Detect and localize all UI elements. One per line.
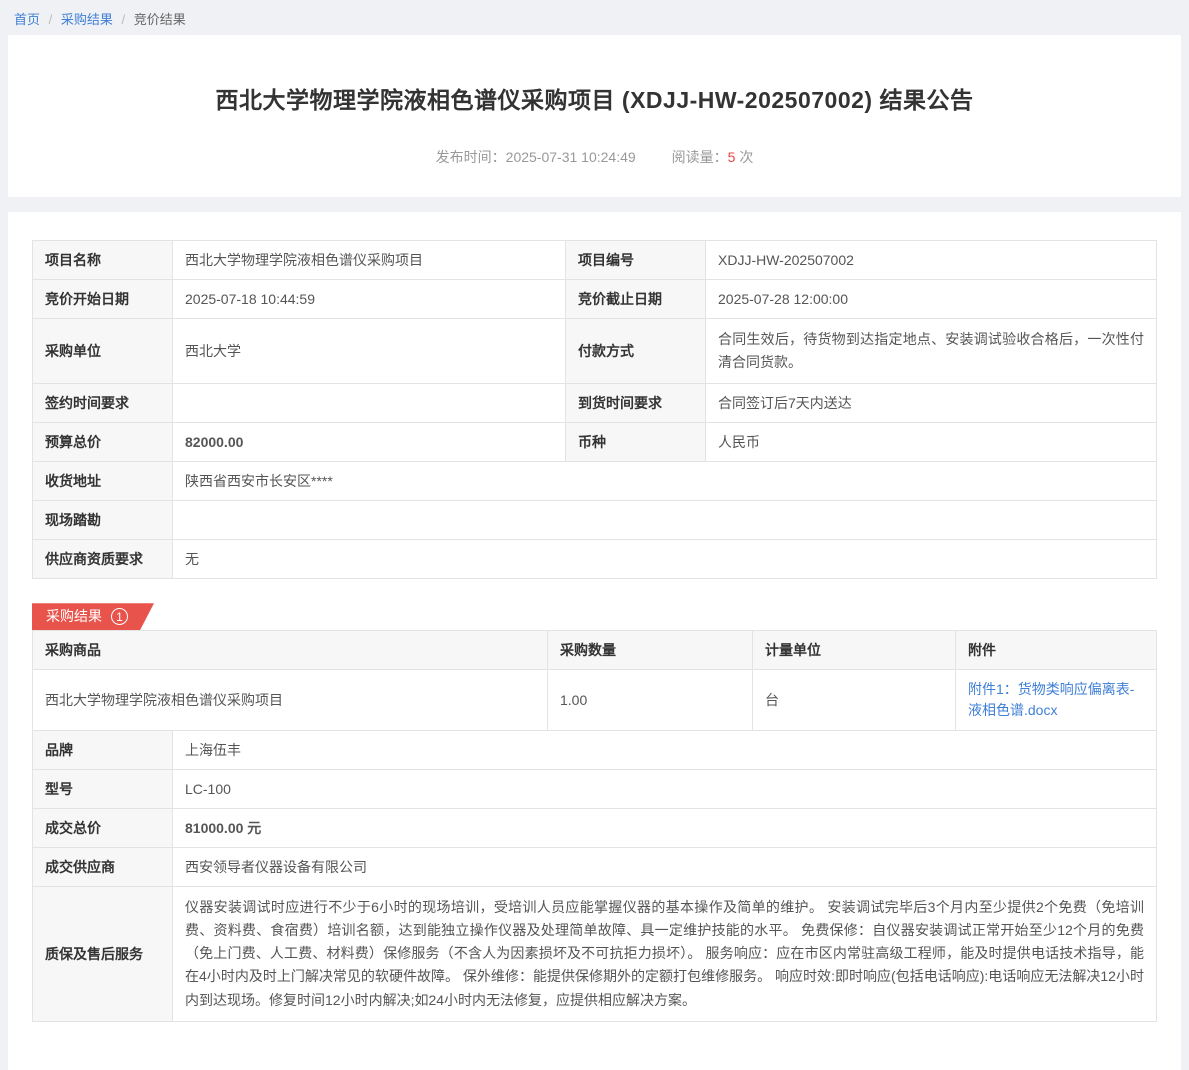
goods-attachment-cell: 附件1：货物类响应偏离表-液相色谱.docx — [956, 670, 1157, 731]
detail-value-brand: 上海伍丰 — [173, 731, 1157, 770]
detail-label-warranty-service: 质保及售后服务 — [33, 887, 173, 1021]
page: 首页 / 采购结果 / 竞价结果 西北大学物理学院液相色谱仪采购项目 (XDJJ… — [0, 0, 1189, 1070]
page-title: 西北大学物理学院液相色谱仪采购项目 (XDJJ-HW-202507002) 结果… — [38, 81, 1151, 115]
result-count-badge: 1 — [111, 608, 128, 625]
detail-value-warranty-service: 仪器安装调试时应进行不少于6小时的现场培训，受培训人员应能掌握仪器的基本操作及简… — [173, 887, 1157, 1021]
info-label-project-name: 项目名称 — [33, 241, 173, 280]
info-label-supplier-qualification: 供应商资质要求 — [33, 540, 173, 579]
info-label-project-number: 项目编号 — [566, 241, 706, 280]
table-row: 现场踏勘 — [33, 501, 1157, 540]
detail-value-model: LC-100 — [173, 770, 1157, 809]
announcement-header-card: 西北大学物理学院液相色谱仪采购项目 (XDJJ-HW-202507002) 结果… — [8, 35, 1181, 197]
breadcrumb: 首页 / 采购结果 / 竞价结果 — [0, 0, 1189, 35]
table-row: 采购单位 西北大学 付款方式 合同生效后，待货物到达指定地点、安装调试验收合格后… — [33, 319, 1157, 384]
announcement-body-card: 项目名称 西北大学物理学院液相色谱仪采购项目 项目编号 XDJJ-HW-2025… — [8, 212, 1181, 1070]
breadcrumb-current-bidding-results: 竞价结果 — [134, 12, 186, 27]
attachment-link[interactable]: 附件1：货物类响应偏离表-液相色谱.docx — [968, 679, 1144, 721]
info-value-delivery-time: 合同签订后7天内送达 — [706, 384, 1157, 423]
info-label-payment-method: 付款方式 — [566, 319, 706, 384]
table-row: 成交供应商 西安领导者仪器设备有限公司 — [33, 848, 1157, 887]
goods-table: 采购商品 采购数量 计量单位 附件 西北大学物理学院液相色谱仪采购项目 1.00… — [32, 630, 1157, 731]
info-value-currency: 人民币 — [706, 423, 1157, 462]
table-row: 签约时间要求 到货时间要求 合同签订后7天内送达 — [33, 384, 1157, 423]
info-label-delivery-time: 到货时间要求 — [566, 384, 706, 423]
info-value-site-survey — [173, 501, 1157, 540]
table-row: 品牌 上海伍丰 — [33, 731, 1157, 770]
views-suffix: 次 — [735, 149, 753, 165]
info-value-delivery-address: 陕西省西安市长安区**** — [173, 462, 1157, 501]
info-label-site-survey: 现场踏勘 — [33, 501, 173, 540]
info-value-payment-method: 合同生效后，待货物到达指定地点、安装调试验收合格后，一次性付清合同货款。 — [706, 319, 1157, 384]
table-row: 西北大学物理学院液相色谱仪采购项目 1.00 台 附件1：货物类响应偏离表-液相… — [33, 670, 1157, 731]
goods-product-name: 西北大学物理学院液相色谱仪采购项目 — [33, 670, 548, 731]
info-value-project-number: XDJJ-HW-202507002 — [706, 241, 1157, 280]
table-row: 供应商资质要求 无 — [33, 540, 1157, 579]
info-value-purchaser: 西北大学 — [173, 319, 566, 384]
table-row: 型号 LC-100 — [33, 770, 1157, 809]
goods-header-product: 采购商品 — [33, 631, 548, 670]
table-row: 质保及售后服务 仪器安装调试时应进行不少于6小时的现场培训，受培训人员应能掌握仪… — [33, 887, 1157, 1021]
procurement-result-badge: 采购结果 1 — [32, 603, 154, 630]
info-value-signing-time — [173, 384, 566, 423]
result-badge-label: 采购结果 — [46, 603, 102, 630]
detail-label-model: 型号 — [33, 770, 173, 809]
breadcrumb-home-link[interactable]: 首页 — [14, 12, 40, 27]
detail-label-winning-supplier: 成交供应商 — [33, 848, 173, 887]
table-row: 收货地址 陕西省西安市长安区**** — [33, 462, 1157, 501]
info-value-bid-start: 2025-07-18 10:44:59 — [173, 280, 566, 319]
breadcrumb-separator: / — [49, 12, 53, 27]
info-value-budget-total: 82000.00 — [173, 423, 566, 462]
procurement-result-section: 采购结果 1 采购商品 采购数量 计量单位 附件 西北大学物理学院液相色谱仪采购… — [32, 603, 1157, 1021]
breadcrumb-procurement-results-link[interactable]: 采购结果 — [61, 12, 113, 27]
info-value-project-name: 西北大学物理学院液相色谱仪采购项目 — [173, 241, 566, 280]
table-row: 竞价开始日期 2025-07-18 10:44:59 竞价截止日期 2025-0… — [33, 280, 1157, 319]
info-label-signing-time: 签约时间要求 — [33, 384, 173, 423]
table-header-row: 采购商品 采购数量 计量单位 附件 — [33, 631, 1157, 670]
project-info-table: 项目名称 西北大学物理学院液相色谱仪采购项目 项目编号 XDJJ-HW-2025… — [32, 240, 1157, 579]
info-value-supplier-qualification: 无 — [173, 540, 1157, 579]
table-row: 项目名称 西北大学物理学院液相色谱仪采购项目 项目编号 XDJJ-HW-2025… — [33, 241, 1157, 280]
info-label-bid-end: 竞价截止日期 — [566, 280, 706, 319]
result-detail-table: 品牌 上海伍丰 型号 LC-100 成交总价 81000.00 元 成交供应商 … — [32, 730, 1157, 1021]
views-label: 阅读量： — [672, 149, 728, 165]
info-value-bid-end: 2025-07-28 12:00:00 — [706, 280, 1157, 319]
info-label-budget-total: 预算总价 — [33, 423, 173, 462]
info-label-currency: 币种 — [566, 423, 706, 462]
info-label-delivery-address: 收货地址 — [33, 462, 173, 501]
table-row: 成交总价 81000.00 元 — [33, 809, 1157, 848]
table-row: 预算总价 82000.00 币种 人民币 — [33, 423, 1157, 462]
goods-header-unit: 计量单位 — [753, 631, 956, 670]
goods-unit: 台 — [753, 670, 956, 731]
goods-quantity: 1.00 — [548, 670, 753, 731]
publish-time-label: 发布时间： — [436, 149, 506, 165]
goods-header-attachment: 附件 — [956, 631, 1157, 670]
goods-header-quantity: 采购数量 — [548, 631, 753, 670]
detail-label-brand: 品牌 — [33, 731, 173, 770]
detail-label-final-price: 成交总价 — [33, 809, 173, 848]
info-label-purchaser: 采购单位 — [33, 319, 173, 384]
detail-value-winning-supplier: 西安领导者仪器设备有限公司 — [173, 848, 1157, 887]
announcement-meta: 发布时间：2025-07-31 10:24:49阅读量：5 次 — [38, 147, 1151, 167]
detail-value-final-price: 81000.00 元 — [173, 809, 1157, 848]
info-label-bid-start: 竞价开始日期 — [33, 280, 173, 319]
breadcrumb-separator: / — [122, 12, 126, 27]
publish-time-value: 2025-07-31 10:24:49 — [506, 149, 636, 165]
